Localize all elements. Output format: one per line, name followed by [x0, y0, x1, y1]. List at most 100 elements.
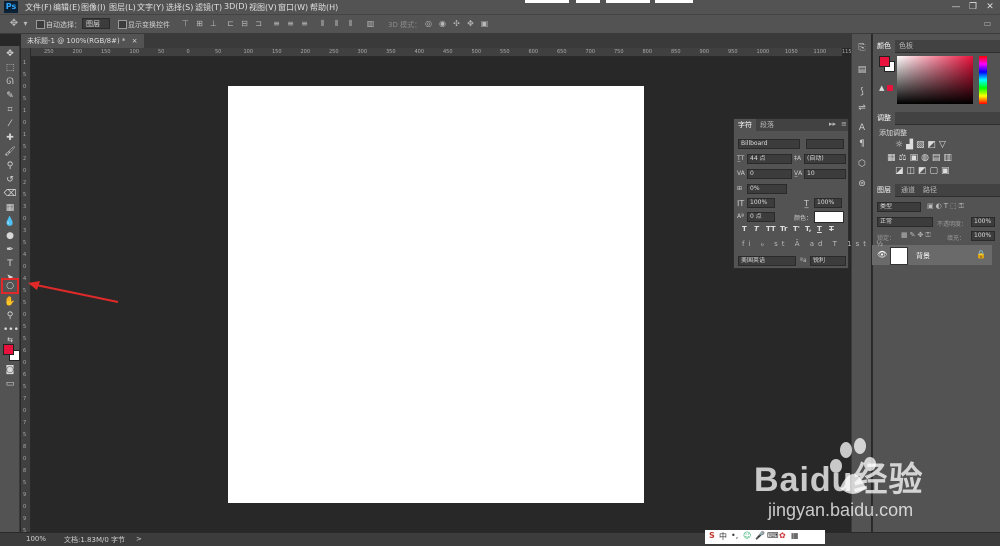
- dodge-tool-icon[interactable]: ●: [3, 230, 17, 242]
- eye-icon[interactable]: 👁: [877, 250, 887, 259]
- scale-3d-icon[interactable]: ▣: [480, 19, 489, 28]
- emoji-icon[interactable]: ☺: [743, 531, 751, 540]
- panel-collapse-icon[interactable]: ▸▸: [829, 120, 836, 128]
- document-canvas[interactable]: [228, 86, 644, 503]
- antialias-dropdown[interactable]: 锐利: [810, 256, 846, 266]
- screen-mode-icon[interactable]: ▭: [3, 378, 17, 390]
- zoom-level[interactable]: 100%: [26, 535, 46, 543]
- strikethrough-button[interactable]: T: [829, 225, 834, 233]
- align-vcenter-icon[interactable]: ⊞: [195, 19, 204, 28]
- foreground-color-swatch[interactable]: [3, 344, 14, 355]
- lasso-tool-icon[interactable]: ᘏ: [3, 76, 17, 88]
- brush-panel-icon[interactable]: ⟆: [856, 86, 868, 98]
- voice-icon[interactable]: 🎤: [755, 531, 765, 540]
- faux-bold-button[interactable]: T: [742, 225, 747, 233]
- eraser-tool-icon[interactable]: ⌫: [3, 188, 17, 200]
- blur-tool-icon[interactable]: 💧: [3, 216, 17, 228]
- layer-filter-dropdown[interactable]: 类型: [877, 202, 921, 212]
- tab-paragraph[interactable]: 段落: [756, 119, 778, 131]
- adjustment-icons-row-2[interactable]: ▦⚖▣◍▤▥: [887, 153, 955, 163]
- auto-align-icon[interactable]: ▥: [366, 19, 375, 28]
- character-panel-icon[interactable]: A: [856, 122, 868, 134]
- adjustment-icons-row-1[interactable]: ☼▟▧◩▽: [895, 140, 949, 150]
- menu-filter[interactable]: 滤镜(T): [195, 2, 222, 13]
- align-right-icon[interactable]: ⊐: [254, 19, 263, 28]
- tab-paths[interactable]: 路径: [919, 184, 941, 197]
- ellipse-shape-tool-icon[interactable]: ○: [1, 278, 19, 294]
- adjustment-icons-row-3[interactable]: ◪◫◩▢▣: [895, 166, 953, 176]
- show-transform-checkbox[interactable]: [118, 20, 127, 29]
- menu-image[interactable]: 图像(I): [81, 2, 106, 13]
- filter-icons[interactable]: ▣◐T⬚⚿: [927, 202, 966, 211]
- font-family-dropdown[interactable]: Billboard: [738, 139, 800, 149]
- menu-help[interactable]: 帮助(H): [310, 2, 338, 13]
- workspace-icon[interactable]: ▭: [983, 19, 992, 28]
- font-size-field[interactable]: 44 点: [747, 154, 792, 164]
- align-top-icon[interactable]: ⊤: [181, 19, 190, 28]
- align-bottom-icon[interactable]: ⊥: [209, 19, 218, 28]
- close-window-icon[interactable]: ✕: [984, 2, 996, 12]
- opacity-field[interactable]: 100%: [971, 217, 995, 227]
- keyboard-icon[interactable]: ⌨: [767, 531, 779, 540]
- small-caps-button[interactable]: Tr: [780, 225, 787, 233]
- tab-channels[interactable]: 通道: [897, 184, 919, 197]
- opentype-buttons[interactable]: fi ℴ st Ā ad T 1st ½: [742, 240, 887, 248]
- brush-tool-icon[interactable]: 🖌: [3, 146, 17, 158]
- slide-3d-icon[interactable]: ✥: [466, 19, 475, 28]
- sogou-icon[interactable]: S: [709, 531, 715, 540]
- subscript-button[interactable]: T,: [805, 225, 811, 233]
- gradient-tool-icon[interactable]: ▦: [3, 202, 17, 214]
- move-tool-icon[interactable]: ✥: [8, 19, 20, 29]
- menu-3d[interactable]: 3D(D): [224, 2, 248, 11]
- tab-close-icon[interactable]: ×: [132, 37, 138, 45]
- chevron-down-icon[interactable]: ▾: [21, 19, 30, 28]
- menu-layer[interactable]: 图层(L): [109, 2, 136, 13]
- distribute-hcenter-icon[interactable]: ⦀: [332, 19, 341, 28]
- quick-select-tool-icon[interactable]: ✎: [3, 90, 17, 102]
- menu-edit[interactable]: 编辑(E): [53, 2, 80, 13]
- fill-field[interactable]: 100%: [971, 231, 995, 241]
- tab-color[interactable]: 颜色: [873, 40, 895, 53]
- crop-tool-icon[interactable]: ⌗: [3, 104, 17, 116]
- properties-panel-icon[interactable]: ▤: [856, 64, 868, 76]
- menu-view[interactable]: 视图(V): [249, 2, 277, 13]
- marquee-tool-icon[interactable]: ⬚: [3, 62, 17, 74]
- healing-brush-icon[interactable]: ✚: [3, 132, 17, 144]
- punctuation-icon[interactable]: •,: [731, 531, 738, 540]
- 3d-panel-icon[interactable]: ⬡: [856, 158, 868, 170]
- status-arrow-icon[interactable]: >: [136, 535, 142, 543]
- horizontal-scale-field[interactable]: 100%: [814, 198, 842, 208]
- tab-adjustments[interactable]: 调整: [873, 112, 895, 125]
- tsume-field[interactable]: 0%: [747, 184, 787, 194]
- type-tool-icon[interactable]: T: [3, 258, 17, 270]
- stamp-tool-icon[interactable]: ⚲: [3, 160, 17, 172]
- distribute-top-icon[interactable]: ≡: [272, 19, 281, 28]
- kerning-field[interactable]: 0: [747, 169, 792, 179]
- zoom-tool-icon[interactable]: ⚲: [3, 310, 17, 322]
- tab-character[interactable]: 字符: [734, 119, 756, 131]
- restore-icon[interactable]: ❐: [967, 2, 979, 12]
- menu-window[interactable]: 窗口(W): [278, 2, 308, 13]
- align-hcenter-icon[interactable]: ⊟: [240, 19, 249, 28]
- tools-icon[interactable]: ▦: [791, 531, 799, 540]
- blend-mode-dropdown[interactable]: 正常: [877, 217, 933, 227]
- paragraph-panel-icon[interactable]: ¶: [856, 138, 868, 150]
- roll-3d-icon[interactable]: ◉: [438, 19, 447, 28]
- quick-mask-icon[interactable]: ◙: [3, 364, 17, 376]
- layer-row[interactable]: 👁 背景 🔒: [872, 245, 992, 265]
- history-panel-icon[interactable]: ⎘: [856, 42, 868, 54]
- text-color-swatch[interactable]: [814, 211, 844, 223]
- hue-slider[interactable]: [979, 56, 987, 104]
- vertical-scale-field[interactable]: 100%: [747, 198, 775, 208]
- orbit-3d-icon[interactable]: ◎: [424, 19, 433, 28]
- color-field[interactable]: [897, 56, 973, 104]
- all-caps-button[interactable]: TT: [766, 225, 776, 233]
- distribute-right-icon[interactable]: ⦀: [346, 19, 355, 28]
- pen-tool-icon[interactable]: ✒: [3, 244, 17, 256]
- hand-tool-icon[interactable]: ✋: [3, 296, 17, 308]
- ime-mode-icon[interactable]: 中: [719, 531, 727, 542]
- document-tab[interactable]: 未标题-1 @ 100%(RGB/8#) * ×: [21, 34, 144, 48]
- auto-select-checkbox[interactable]: [36, 20, 45, 29]
- tab-layers[interactable]: 图层: [873, 184, 895, 197]
- distribute-bottom-icon[interactable]: ≡: [300, 19, 309, 28]
